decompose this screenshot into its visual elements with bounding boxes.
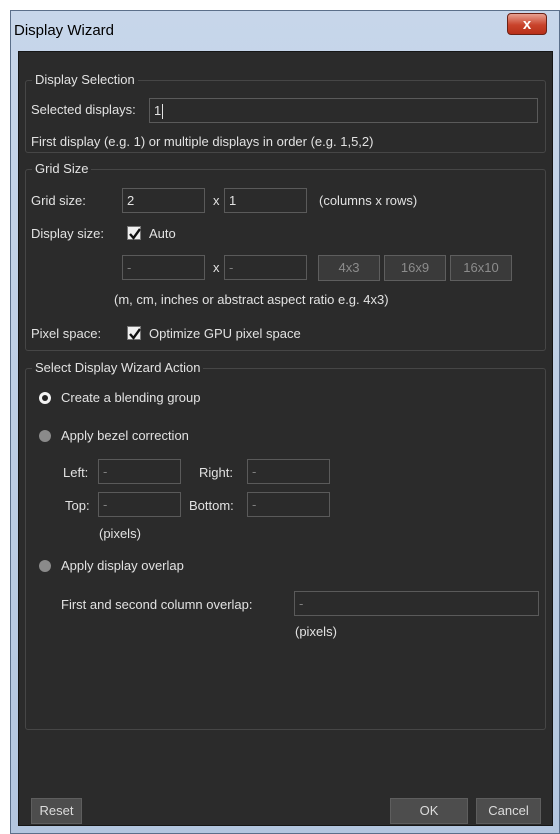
checkmark-icon	[129, 228, 141, 240]
wizard-action-group: Select Display Wizard Action	[25, 360, 546, 730]
aspect-16x9-button[interactable]: 16x9	[384, 255, 446, 281]
close-icon: x	[522, 16, 532, 33]
display-size-label: Display size:	[31, 226, 104, 241]
overlap-unit-label: (pixels)	[295, 624, 337, 639]
blending-group-radio[interactable]	[39, 392, 51, 404]
display-wizard-window: Display Wizard x Display Selection Selec…	[10, 10, 560, 834]
display-width-input[interactable]: -	[122, 255, 205, 280]
checkmark-icon	[129, 328, 141, 340]
wizard-action-legend: Select Display Wizard Action	[32, 360, 204, 375]
column-overlap-input[interactable]: -	[294, 591, 539, 616]
display-overlap-label: Apply display overlap	[61, 558, 184, 573]
auto-checkbox[interactable]	[127, 226, 141, 240]
display-selection-legend: Display Selection	[32, 72, 138, 87]
bezel-bottom-label: Bottom:	[189, 498, 234, 513]
bezel-right-label: Right:	[199, 465, 233, 480]
optimize-gpu-label: Optimize GPU pixel space	[149, 326, 301, 341]
cancel-button[interactable]: Cancel	[476, 798, 541, 824]
ok-button[interactable]: OK	[390, 798, 468, 824]
blending-group-label: Create a blending group	[61, 390, 201, 405]
grid-x-label: x	[213, 193, 220, 208]
grid-rows-input[interactable]: 1	[224, 188, 307, 213]
display-size-x-label: x	[213, 260, 220, 275]
grid-unit-label: (columns x rows)	[319, 193, 418, 208]
bezel-bottom-input[interactable]: -	[247, 492, 330, 517]
selected-displays-label: Selected displays:	[31, 102, 136, 117]
window-title: Display Wizard	[14, 22, 115, 39]
bezel-top-input[interactable]: -	[98, 492, 181, 517]
display-overlap-radio[interactable]	[39, 560, 51, 572]
selected-displays-value: 1	[154, 103, 162, 118]
display-height-input[interactable]: -	[224, 255, 307, 280]
selected-displays-input[interactable]: 1	[149, 98, 538, 123]
bezel-top-label: Top:	[65, 498, 90, 513]
grid-size-legend: Grid Size	[32, 161, 92, 176]
bezel-unit-label: (pixels)	[99, 526, 141, 541]
column-overlap-label: First and second column overlap:	[61, 597, 253, 612]
title-bar[interactable]: Display Wizard x	[11, 11, 559, 51]
bezel-correction-radio[interactable]	[39, 430, 51, 442]
bezel-left-input[interactable]: -	[98, 459, 181, 484]
grid-columns-input[interactable]: 2	[122, 188, 205, 213]
aspect-16x10-button[interactable]: 16x10	[450, 255, 512, 281]
pixel-space-label: Pixel space:	[31, 326, 102, 341]
display-selection-hint: First display (e.g. 1) or multiple displ…	[31, 134, 374, 149]
reset-button[interactable]: Reset	[31, 798, 82, 824]
bezel-left-label: Left:	[63, 465, 89, 480]
optimize-gpu-checkbox[interactable]	[127, 326, 141, 340]
bezel-correction-label: Apply bezel correction	[61, 428, 189, 443]
display-size-hint: (m, cm, inches or abstract aspect ratio …	[114, 292, 389, 307]
grid-size-label: Grid size:	[31, 193, 86, 208]
aspect-4x3-button[interactable]: 4x3	[318, 255, 380, 281]
text-caret	[162, 104, 164, 120]
close-button[interactable]: x	[507, 13, 547, 35]
auto-label: Auto	[149, 226, 176, 241]
dialog-body: Display Selection Selected displays: 1 F…	[18, 51, 553, 826]
bezel-right-input[interactable]: -	[247, 459, 330, 484]
